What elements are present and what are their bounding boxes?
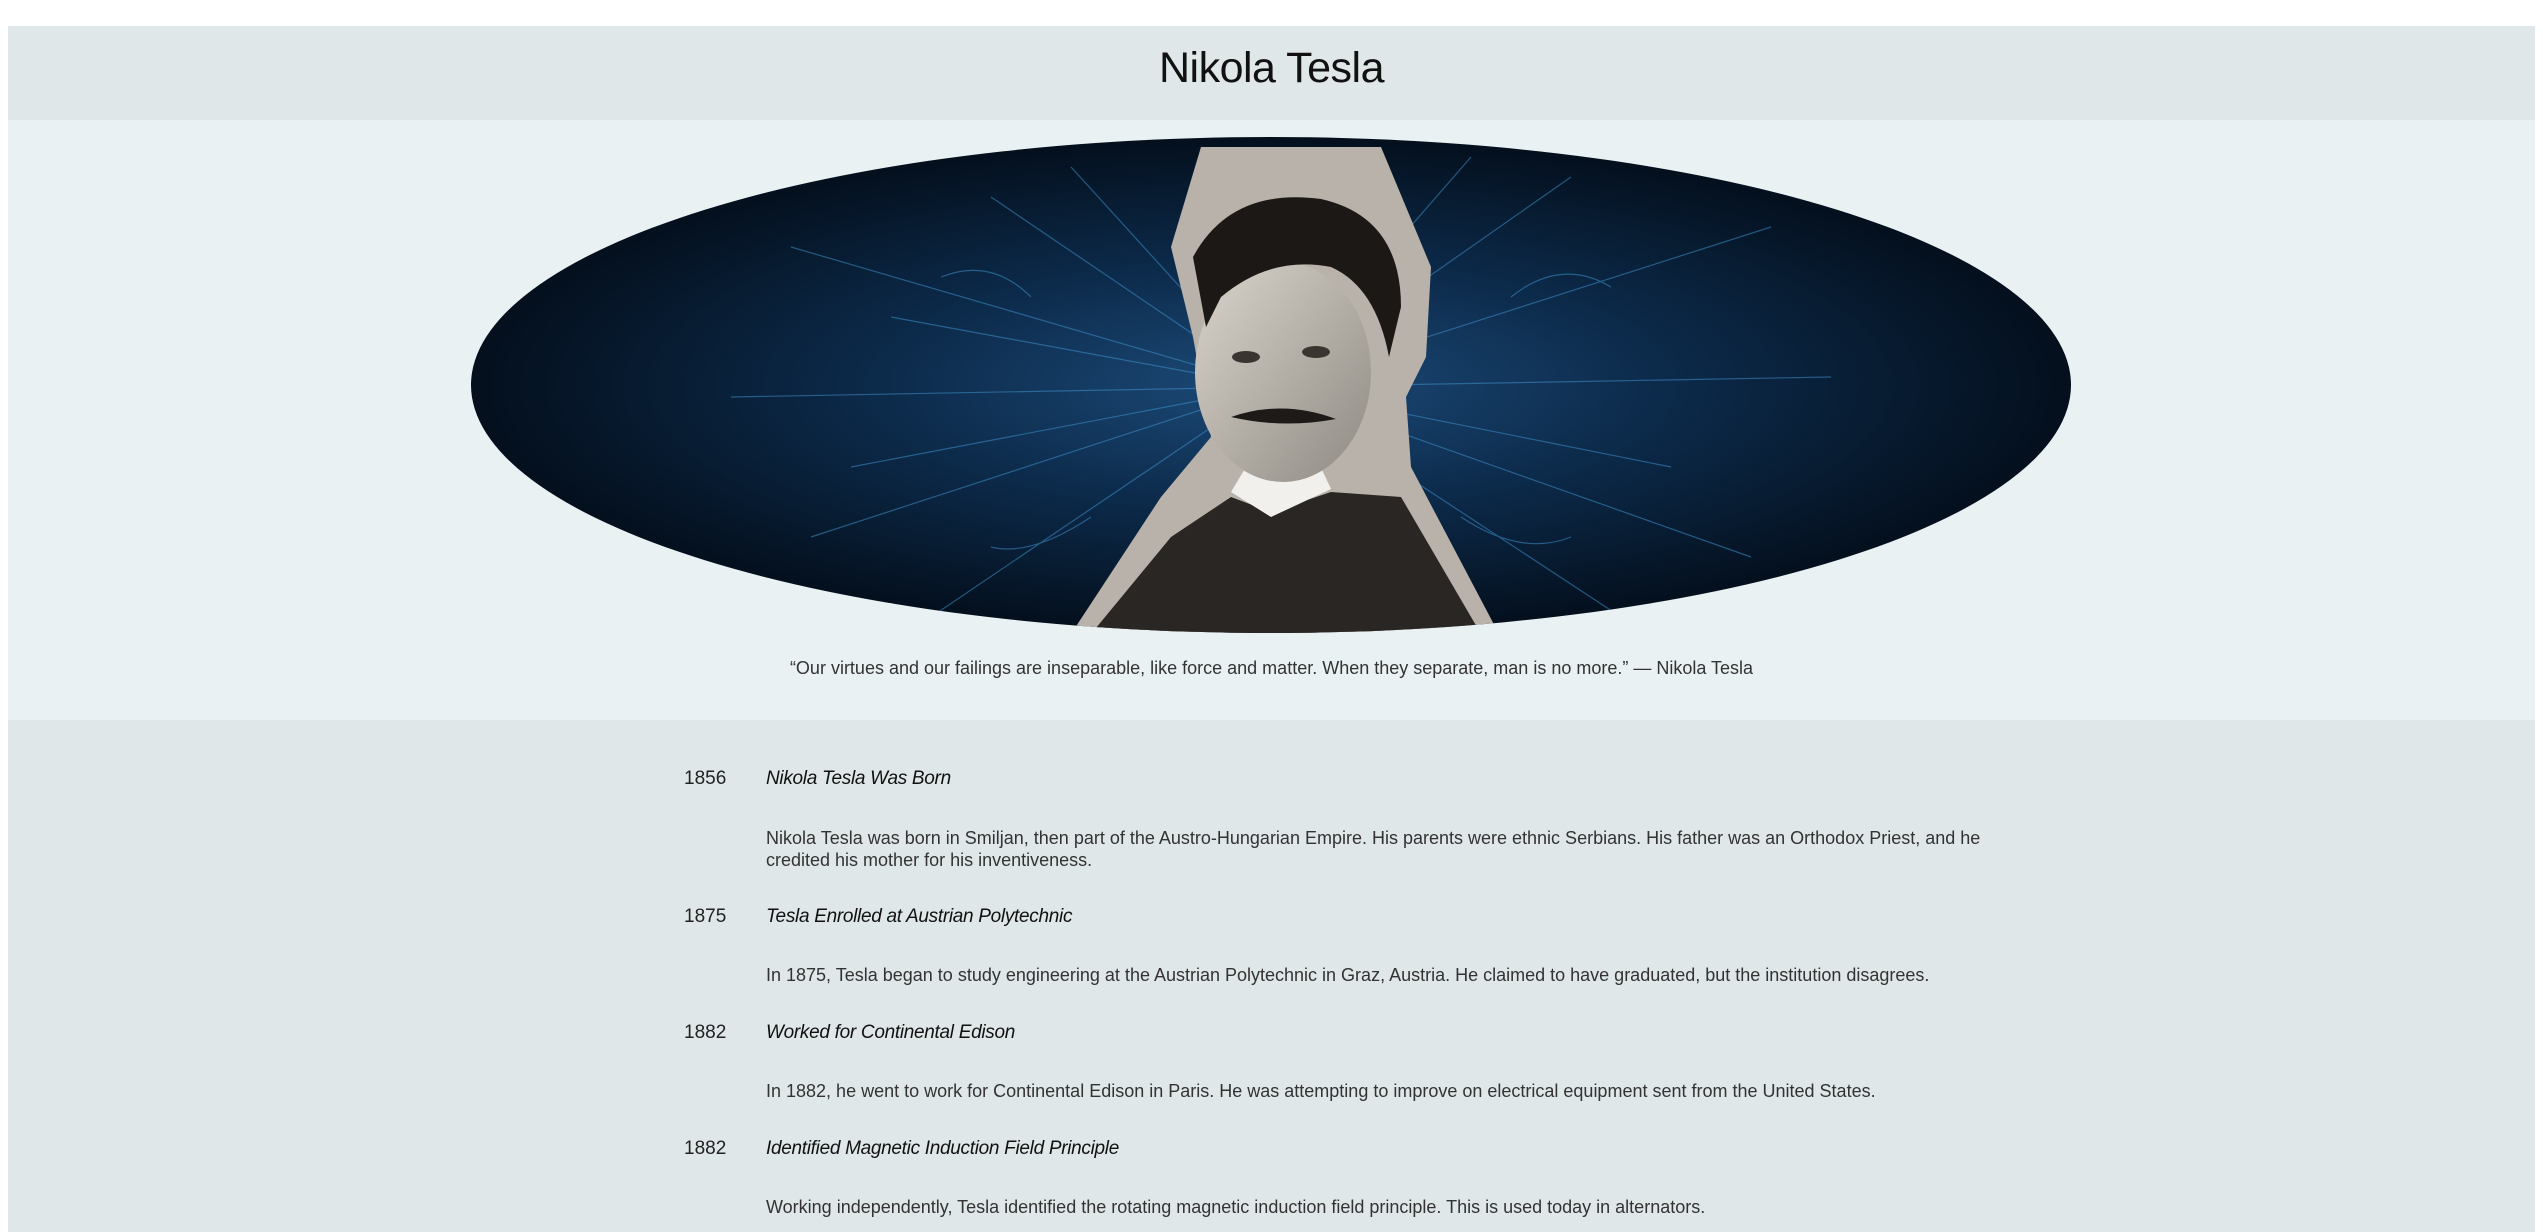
- timeline-event-body: Working independently, Tesla identified …: [766, 1197, 1706, 1217]
- timeline-event-title: Identified Magnetic Induction Field Prin…: [766, 1138, 1119, 1159]
- timeline-section: 1856 Nikola Tesla Was Born Nikola Tesla …: [8, 720, 2535, 1232]
- timeline-year: 1856: [684, 768, 727, 789]
- timeline-event-title: Tesla Enrolled at Austrian Polytechnic: [766, 906, 1073, 927]
- timeline-year: 1875: [684, 906, 727, 927]
- timeline-year: 1882: [684, 1022, 727, 1043]
- portrait-image: [471, 137, 2071, 633]
- timeline-event-body: Nikola Tesla was born in Smiljan, then p…: [766, 828, 1981, 870]
- timeline-year: 1882: [684, 1138, 727, 1159]
- page: Nikola Tesla “Our virtues and our failin…: [8, 26, 2535, 1232]
- timeline-event-body: In 1882, he went to work for Continental…: [766, 1081, 1876, 1101]
- hero-section: “Our virtues and our failings are insepa…: [8, 120, 2535, 720]
- timeline-event-title: Nikola Tesla Was Born: [766, 768, 951, 789]
- timeline-event-title: Worked for Continental Edison: [766, 1022, 1015, 1043]
- page-header: Nikola Tesla: [8, 26, 2535, 120]
- timeline-event-body: In 1875, Tesla began to study engineerin…: [766, 965, 1930, 985]
- page-title: Nikola Tesla: [1158, 44, 1385, 92]
- quote-text: “Our virtues and our failings are insepa…: [789, 658, 1754, 678]
